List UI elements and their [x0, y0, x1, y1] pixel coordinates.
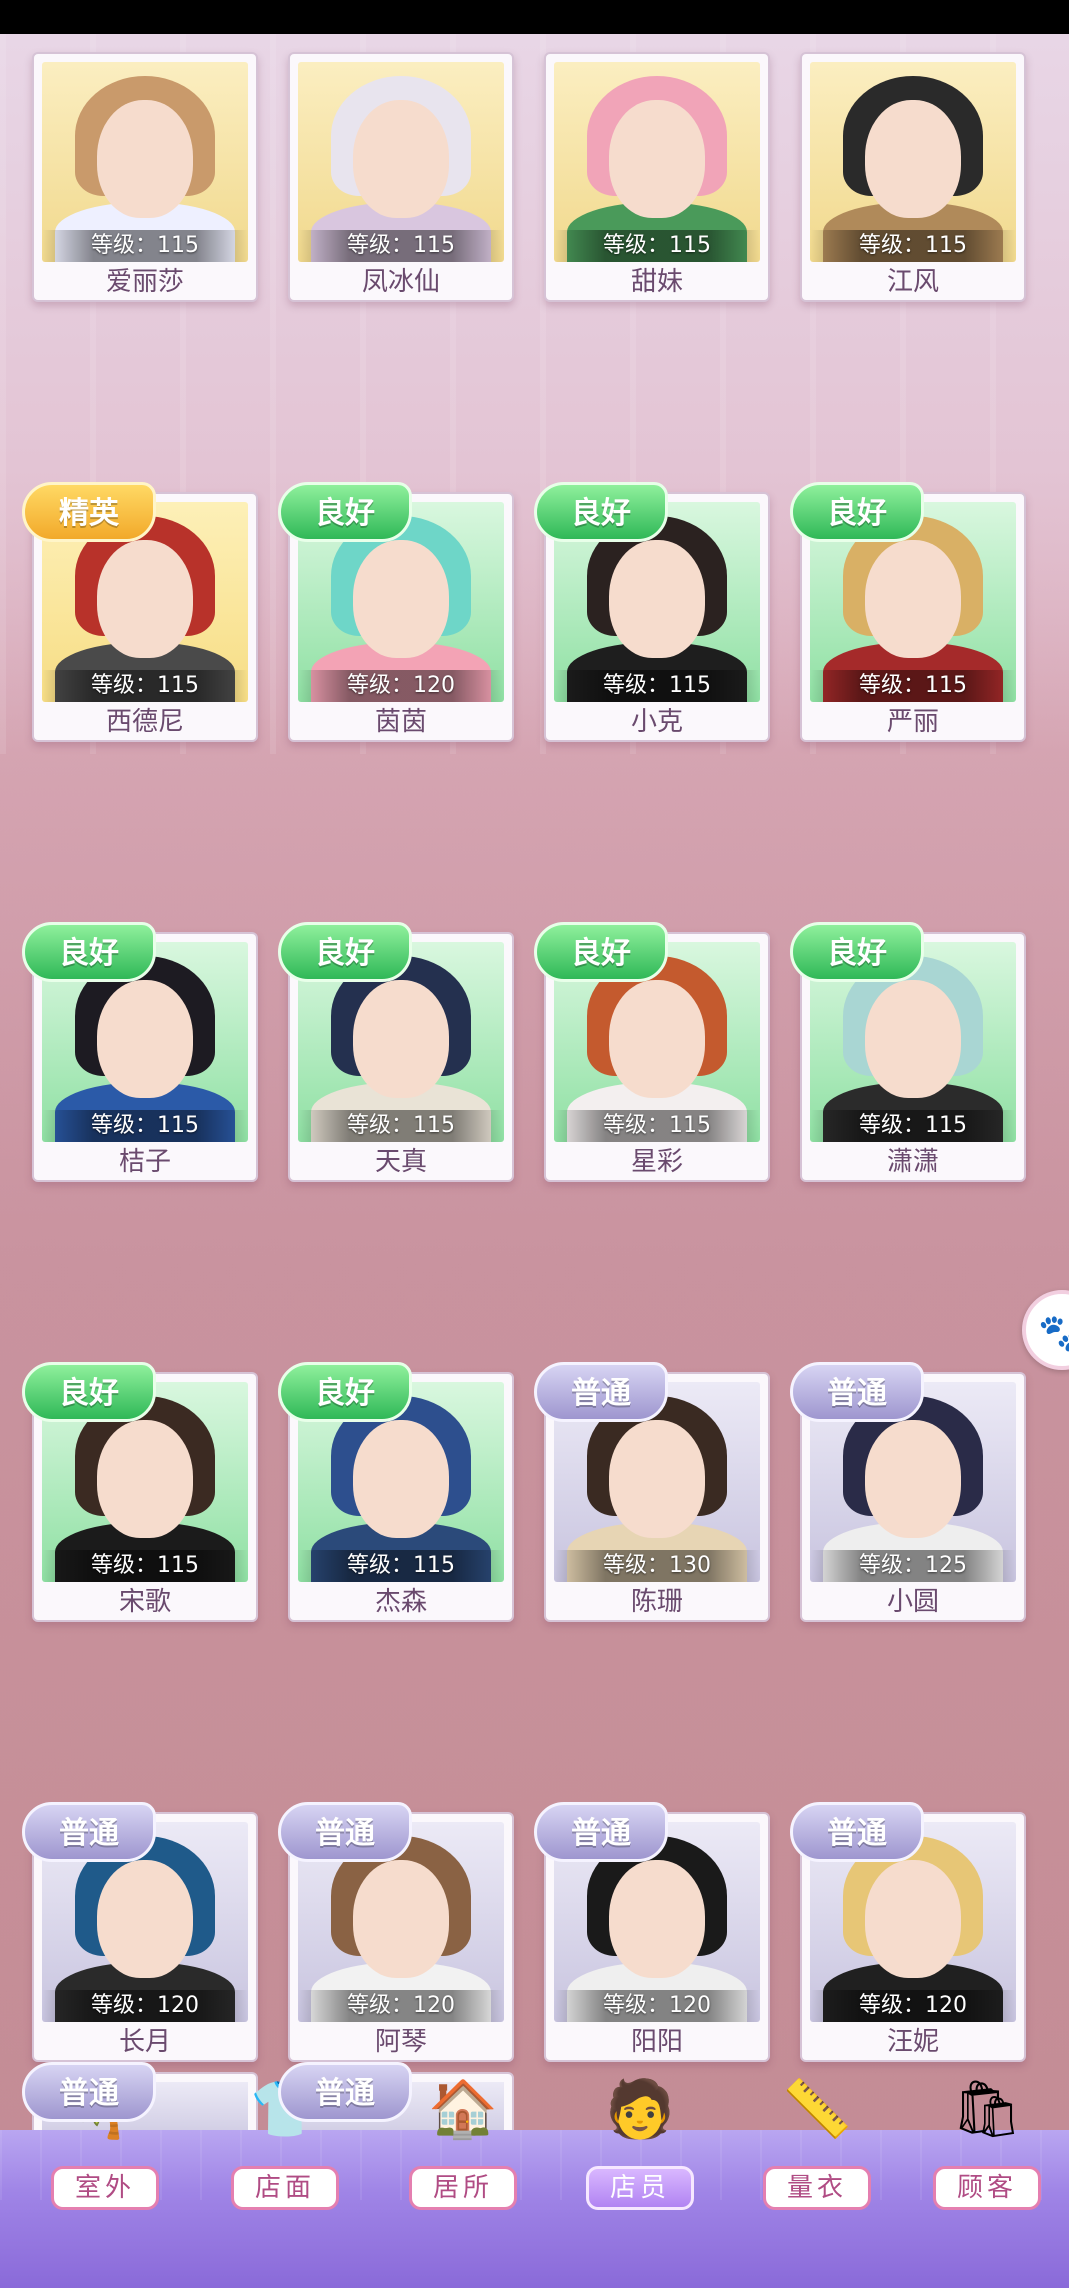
level-label: 等级：120 — [298, 670, 504, 702]
tier-badge: 普通 — [790, 1802, 924, 1862]
tier-badge: 普通 — [278, 2062, 412, 2122]
level-label: 等级：115 — [298, 1550, 504, 1582]
staff-name: 小克 — [630, 707, 683, 737]
staff-card[interactable]: 等级：120 阿琴 普通 — [278, 1802, 514, 2062]
staff-card[interactable]: 等级：115 江风 — [800, 52, 1026, 302]
tier-badge: 良好 — [278, 922, 412, 982]
tier-badge: 普通 — [790, 1362, 924, 1422]
level-label: 等级：115 — [298, 1110, 504, 1142]
staff-card[interactable]: 等级：115 凤冰仙 — [288, 52, 514, 302]
staff-name: 严丽 — [886, 707, 939, 737]
nav-label: 店面 — [231, 2166, 339, 2210]
staff-name: 江风 — [886, 267, 939, 297]
staff-card[interactable]: 等级：115 严丽 良好 — [790, 482, 1026, 742]
level-label: 等级：115 — [810, 230, 1016, 262]
nav-label: 顾客 — [933, 2166, 1041, 2210]
level-label: 等级：115 — [810, 1110, 1016, 1142]
staff-card[interactable]: 等级：115 西德尼 精英 — [22, 482, 258, 742]
tape-measure-icon: 📏 — [782, 2077, 852, 2142]
level-label: 等级：120 — [42, 1990, 248, 2022]
side-paw-button[interactable]: 🐾 — [1022, 1290, 1069, 1370]
staff-name: 杰森 — [374, 1587, 427, 1617]
tier-badge: 良好 — [22, 1362, 156, 1422]
staff-card[interactable]: 等级：115 小克 良好 — [534, 482, 770, 742]
tier-badge: 精英 — [22, 482, 156, 542]
level-label: 等级：115 — [554, 670, 760, 702]
staff-avatar-icon: 🧑 — [605, 2077, 675, 2142]
nav-label: 居所 — [409, 2166, 517, 2210]
staff-card[interactable]: 等级：115 桔子 良好 — [22, 922, 258, 1182]
staff-name: 爱丽莎 — [105, 267, 184, 297]
tier-badge: 良好 — [534, 482, 668, 542]
tier-badge: 普通 — [22, 2062, 156, 2122]
level-label: 等级：120 — [810, 1990, 1016, 2022]
level-label: 等级：115 — [298, 230, 504, 262]
level-label: 等级：115 — [810, 670, 1016, 702]
staff-name: 天真 — [374, 1147, 427, 1177]
staff-portrait: 等级：115 — [810, 62, 1016, 262]
tier-badge: 良好 — [534, 922, 668, 982]
staff-name: 凤冰仙 — [361, 267, 440, 297]
level-label: 等级：130 — [554, 1550, 760, 1582]
level-label: 等级：120 — [554, 1990, 760, 2022]
tier-badge: 普通 — [278, 1802, 412, 1862]
staff-name: 宋歌 — [118, 1587, 171, 1617]
staff-name: 桔子 — [118, 1147, 171, 1177]
staff-card[interactable]: 等级：115 潇潇 良好 — [790, 922, 1026, 1182]
staff-name: 星彩 — [630, 1147, 683, 1177]
nav-item-5[interactable]: 🛍 顾客 — [912, 2054, 1062, 2210]
nav-item-4[interactable]: 📏 量衣 — [742, 2054, 892, 2210]
tier-badge: 良好 — [278, 1362, 412, 1422]
tier-badge: 良好 — [790, 482, 924, 542]
nav-label: 店员 — [586, 2166, 694, 2210]
staff-card[interactable]: 等级：120 汪妮 普通 — [790, 1802, 1026, 2062]
status-bar — [0, 0, 1069, 34]
staff-card[interactable]: 等级：115 宋歌 良好 — [22, 1362, 258, 1622]
level-label: 等级：115 — [554, 1110, 760, 1142]
staff-name: 小圆 — [886, 1587, 939, 1617]
staff-card[interactable]: 等级：115 星彩 良好 — [534, 922, 770, 1182]
staff-card[interactable]: 等级：130 陈珊 普通 — [534, 1362, 770, 1622]
staff-name: 茵茵 — [374, 707, 427, 737]
staff-card[interactable]: 等级：115 甜妹 — [544, 52, 770, 302]
staff-name: 西德尼 — [105, 707, 184, 737]
tier-badge: 良好 — [22, 922, 156, 982]
level-label: 等级：115 — [42, 670, 248, 702]
house-icon: 🏠 — [428, 2077, 498, 2142]
staff-card[interactable]: 等级：115 天真 良好 — [278, 922, 514, 1182]
staff-card[interactable]: 等级：125 小圆 普通 — [790, 1362, 1026, 1622]
tier-badge: 普通 — [22, 1802, 156, 1862]
staff-portrait: 等级：115 — [554, 62, 760, 262]
tier-badge: 良好 — [790, 922, 924, 982]
staff-card[interactable]: 等级：115 爱丽莎 — [32, 52, 258, 302]
staff-portrait: 等级：115 — [298, 62, 504, 262]
bottom-nav-bar: 🌴室外👕店面🏠居所🧑店员📏量衣🛍顾客 — [0, 2077, 1069, 2288]
level-label: 等级：125 — [810, 1550, 1016, 1582]
tier-badge: 普通 — [534, 1802, 668, 1862]
staff-name: 陈珊 — [630, 1587, 683, 1617]
level-label: 等级：120 — [298, 1990, 504, 2022]
staff-grid: 等级：115 爱丽莎 等级：115 凤冰仙 等级：115 甜妹 等级：115 江风 等级：115… — [22, 52, 1026, 2062]
level-label: 等级：115 — [554, 230, 760, 262]
paw-icon: 🐾 — [1038, 1313, 1069, 1354]
level-label: 等级：115 — [42, 1550, 248, 1582]
staff-card[interactable]: 等级：120 阳阳 普通 — [534, 1802, 770, 2062]
nav-item-3[interactable]: 🧑 店员 — [565, 2054, 715, 2210]
staff-name: 甜妹 — [630, 267, 683, 297]
tier-badge: 普通 — [534, 1362, 668, 1422]
shopping-bag-icon: 🛍 — [951, 2077, 1023, 2142]
staff-card[interactable]: 等级：120 长月 普通 — [22, 1802, 258, 2062]
staff-card[interactable]: 等级：115 杰森 良好 — [278, 1362, 514, 1622]
nav-label: 量衣 — [763, 2166, 871, 2210]
staff-portrait: 等级：115 — [42, 62, 248, 262]
level-label: 等级：115 — [42, 1110, 248, 1142]
staff-name: 潇潇 — [886, 1147, 939, 1177]
nav-label: 室外 — [51, 2166, 159, 2210]
tier-badge: 良好 — [278, 482, 412, 542]
staff-card[interactable]: 等级：120 茵茵 良好 — [278, 482, 514, 742]
level-label: 等级：115 — [42, 230, 248, 262]
